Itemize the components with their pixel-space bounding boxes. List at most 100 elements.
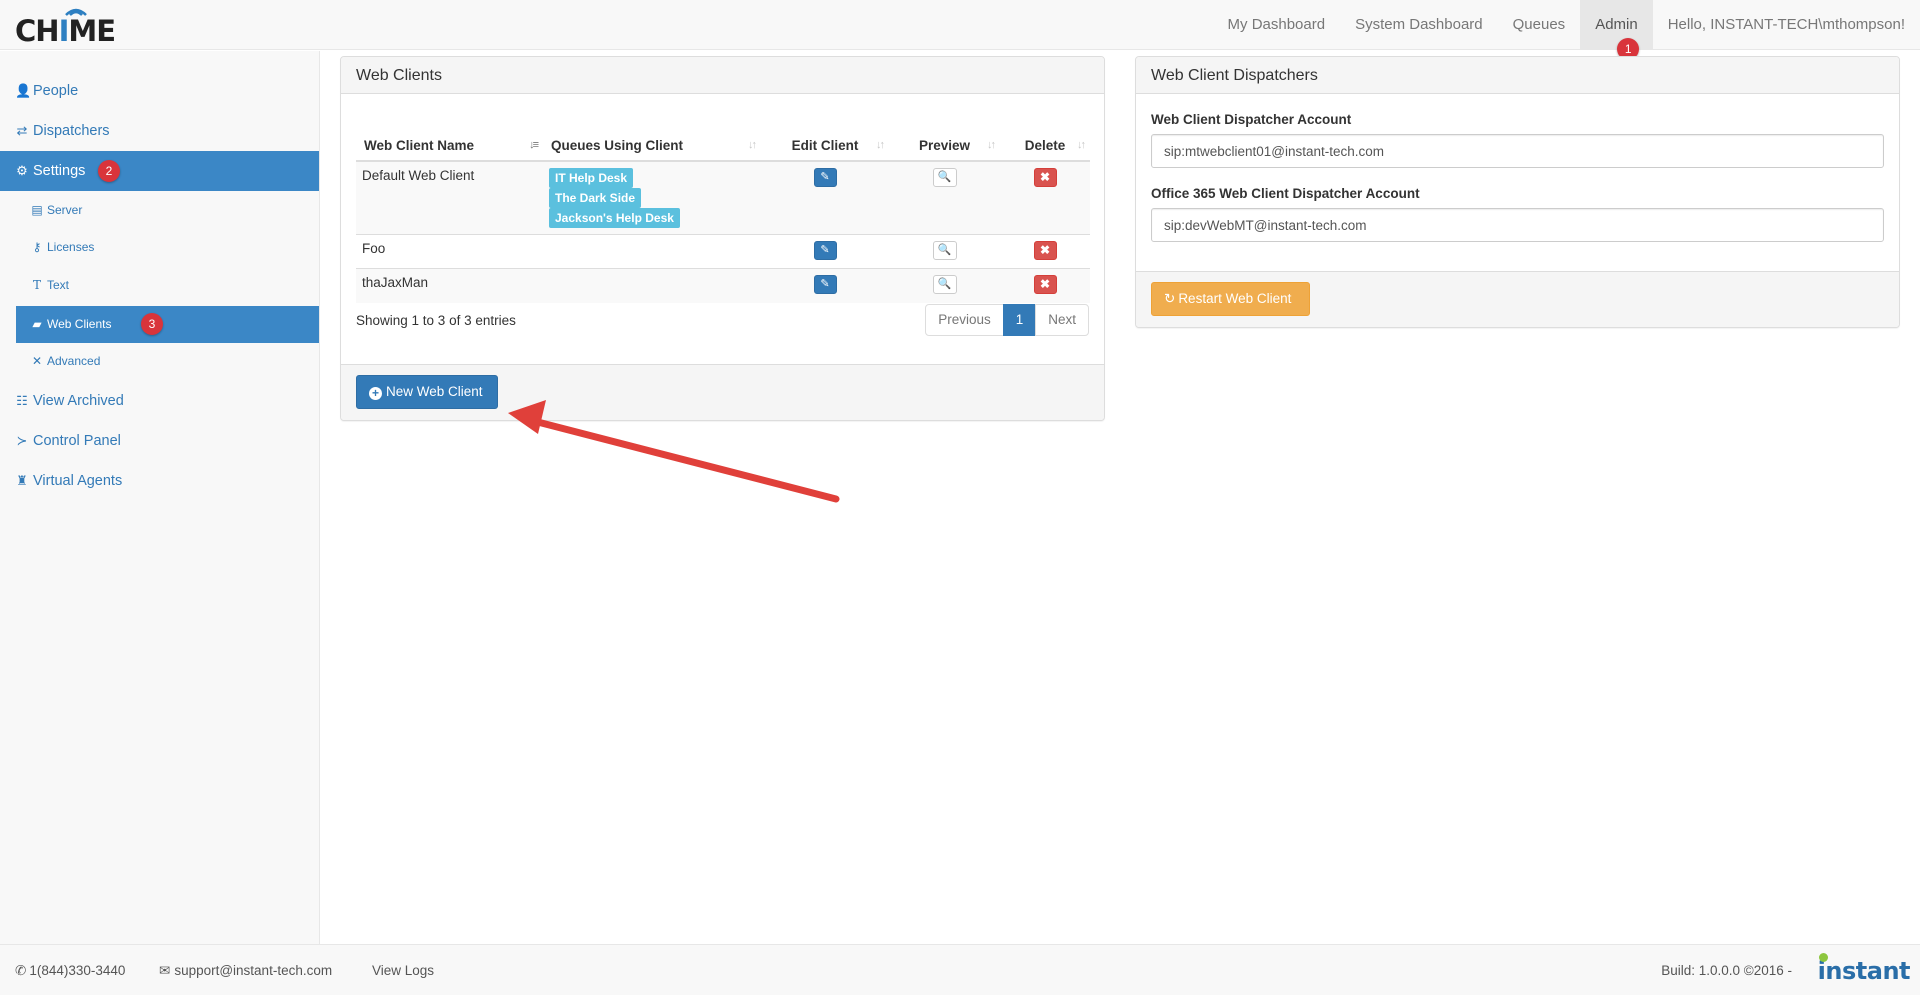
panel-title: Web Clients	[341, 57, 1104, 94]
sidebar-item-label: Settings	[33, 163, 86, 179]
col-queues-using-client[interactable]: Queues Using Client ↓↑	[543, 131, 761, 162]
nav-system-dashboard[interactable]: System Dashboard	[1340, 0, 1498, 50]
table-row: Foo ✎ 🔍 ✖	[356, 234, 1090, 269]
search-icon: 🔍	[937, 244, 952, 256]
dispatcher-account-label: Web Client Dispatcher Account	[1151, 112, 1352, 127]
button-label: New Web Client	[386, 384, 483, 399]
queues-cell	[543, 234, 761, 269]
sort-icon: ↓↑	[748, 139, 757, 151]
sidebar-item-settings[interactable]: ⚙ Settings 2	[0, 151, 319, 191]
col-delete[interactable]: Delete ↓↑	[1000, 131, 1090, 162]
pagination: Previous 1 Next	[925, 304, 1089, 336]
panel-footer: ↻ Restart Web Client	[1136, 271, 1899, 327]
sidebar-item-web-clients[interactable]: ▰ Web Clients 3	[16, 306, 319, 343]
web-client-name: thaJaxMan	[356, 268, 543, 303]
new-web-client-button[interactable]: + New Web Client	[356, 375, 498, 409]
refresh-icon: ↻	[1164, 291, 1176, 306]
delete-button[interactable]: ✖	[1033, 241, 1057, 260]
web-clients-panel: Web Clients Web Client Name ↓≡ Queues Usi…	[340, 56, 1105, 421]
sort-icon: ↓↑	[876, 139, 885, 151]
chime-logo[interactable]: CHIME	[15, 4, 117, 48]
queues-cell	[543, 268, 761, 303]
top-nav-links: My Dashboard System Dashboard Queues Adm…	[1213, 0, 1920, 60]
logo-text: CHIME	[15, 14, 116, 48]
nav-queues[interactable]: Queues	[1498, 0, 1581, 50]
col-preview[interactable]: Preview ↓↑	[889, 131, 1000, 162]
pagination-next[interactable]: Next	[1035, 304, 1089, 336]
instant-logo[interactable]: instant	[1818, 953, 1911, 985]
sidebar-item-people[interactable]: 👤 People	[0, 71, 319, 111]
robot-icon: ♜	[16, 473, 28, 488]
edit-icon: ✎	[820, 278, 830, 290]
col-web-client-name[interactable]: Web Client Name ↓≡	[356, 131, 543, 162]
sidebar-item-control-panel[interactable]: ≻ Control Panel	[0, 421, 319, 461]
restart-web-client-button[interactable]: ↻ Restart Web Client	[1151, 282, 1310, 316]
sidebar-item-view-archived[interactable]: ☷ View Archived	[0, 381, 319, 421]
sidebar-item-label: People	[33, 83, 79, 99]
queue-label: Jackson's Help Desk	[549, 208, 680, 228]
preview-button[interactable]: 🔍	[932, 168, 957, 187]
phone-text: 1(844)330-3440	[29, 963, 126, 978]
web-client-name: Foo	[356, 234, 543, 269]
sort-asc-icon: ↓≡	[529, 139, 539, 151]
email-text: support@instant-tech.com	[174, 963, 333, 978]
sidebar-item-label: Control Panel	[33, 433, 121, 449]
close-icon: ✖	[1039, 277, 1051, 291]
edit-button[interactable]: ✎	[813, 241, 837, 260]
delete-button[interactable]: ✖	[1033, 168, 1057, 187]
search-icon: 🔍	[937, 278, 952, 290]
queue-label: IT Help Desk	[549, 168, 634, 188]
edit-button[interactable]: ✎	[813, 275, 837, 294]
sidebar-item-virtual-agents[interactable]: ♜ Virtual Agents	[0, 461, 319, 501]
preview-button[interactable]: 🔍	[932, 275, 957, 294]
delete-button[interactable]: ✖	[1033, 275, 1057, 294]
sidebar-item-server[interactable]: ▤ Server	[16, 192, 319, 229]
view-logs-link[interactable]: View Logs	[372, 945, 434, 995]
step-badge-2: 2	[98, 160, 120, 182]
support-phone[interactable]: ✆ 1(844)330-3440	[15, 945, 125, 995]
logo-dot	[1818, 953, 1828, 962]
nav-admin[interactable]: Admin 1	[1580, 0, 1653, 60]
column-header-label: Edit Client	[791, 138, 859, 153]
sidebar-item-label: Advanced	[47, 354, 101, 368]
preview-button[interactable]: 🔍	[932, 241, 957, 260]
user-greeting[interactable]: Hello, INSTANT-TECH\mthompson!	[1653, 0, 1920, 50]
web-client-name: Default Web Client	[356, 160, 543, 235]
table-info: Showing 1 to 3 of 3 entries	[356, 313, 516, 328]
sidebar-item-label: Licenses	[47, 240, 95, 254]
top-navbar: CHIME My Dashboard System Dashboard Queu…	[0, 0, 1920, 60]
support-email[interactable]: ✉ support@instant-tech.com	[159, 945, 332, 995]
web-clients-table: Web Client Name ↓≡ Queues Using Client ↓↑ …	[356, 131, 1090, 303]
sidebar-item-label: View Archived	[33, 393, 124, 409]
table-row: thaJaxMan ✎ 🔍 ✖	[356, 268, 1090, 303]
nav-admin-label: Admin	[1595, 16, 1638, 33]
pagination-page-1[interactable]: 1	[1002, 304, 1037, 336]
sidebar-item-text[interactable]: T Text	[16, 267, 319, 304]
o365-dispatcher-account-input[interactable]	[1151, 208, 1884, 242]
edit-icon: ✎	[820, 171, 830, 183]
column-header-label: Delete	[1024, 138, 1066, 153]
pagination-previous[interactable]: Previous	[925, 304, 1004, 336]
text-icon: T	[32, 278, 41, 292]
terminal-icon: ≻	[16, 433, 28, 448]
dispatcher-account-input[interactable]	[1151, 134, 1884, 168]
column-header-label: Web Client Name	[364, 138, 475, 153]
table-row: Default Web Client IT Help Desk The Dark…	[356, 160, 1090, 235]
col-edit-client[interactable]: Edit Client ↓↑	[761, 131, 889, 162]
user-icon: 👤	[15, 83, 32, 98]
sidebar-item-advanced[interactable]: ✕ Advanced	[16, 343, 319, 380]
sidebar-item-label: Virtual Agents	[33, 473, 123, 489]
edit-button[interactable]: ✎	[813, 168, 837, 187]
queues-cell: IT Help Desk The Dark Side Jackson's Hel…	[543, 160, 761, 235]
close-icon: ✖	[1039, 170, 1051, 184]
key-icon: ⚷	[32, 240, 42, 254]
archive-icon: ☷	[16, 393, 28, 408]
panel-title: Web Client Dispatchers	[1136, 57, 1899, 94]
step-badge-3: 3	[141, 313, 163, 335]
column-header-label: Preview	[918, 138, 971, 153]
sidebar-item-dispatchers[interactable]: ⇄ Dispatchers	[0, 111, 319, 151]
nav-my-dashboard[interactable]: My Dashboard	[1213, 0, 1341, 50]
sidebar-item-licenses[interactable]: ⚷ Licenses	[16, 229, 319, 266]
exchange-icon: ⇄	[16, 123, 28, 138]
web-client-dispatchers-panel: Web Client Dispatchers Web Client Dispat…	[1135, 56, 1900, 328]
